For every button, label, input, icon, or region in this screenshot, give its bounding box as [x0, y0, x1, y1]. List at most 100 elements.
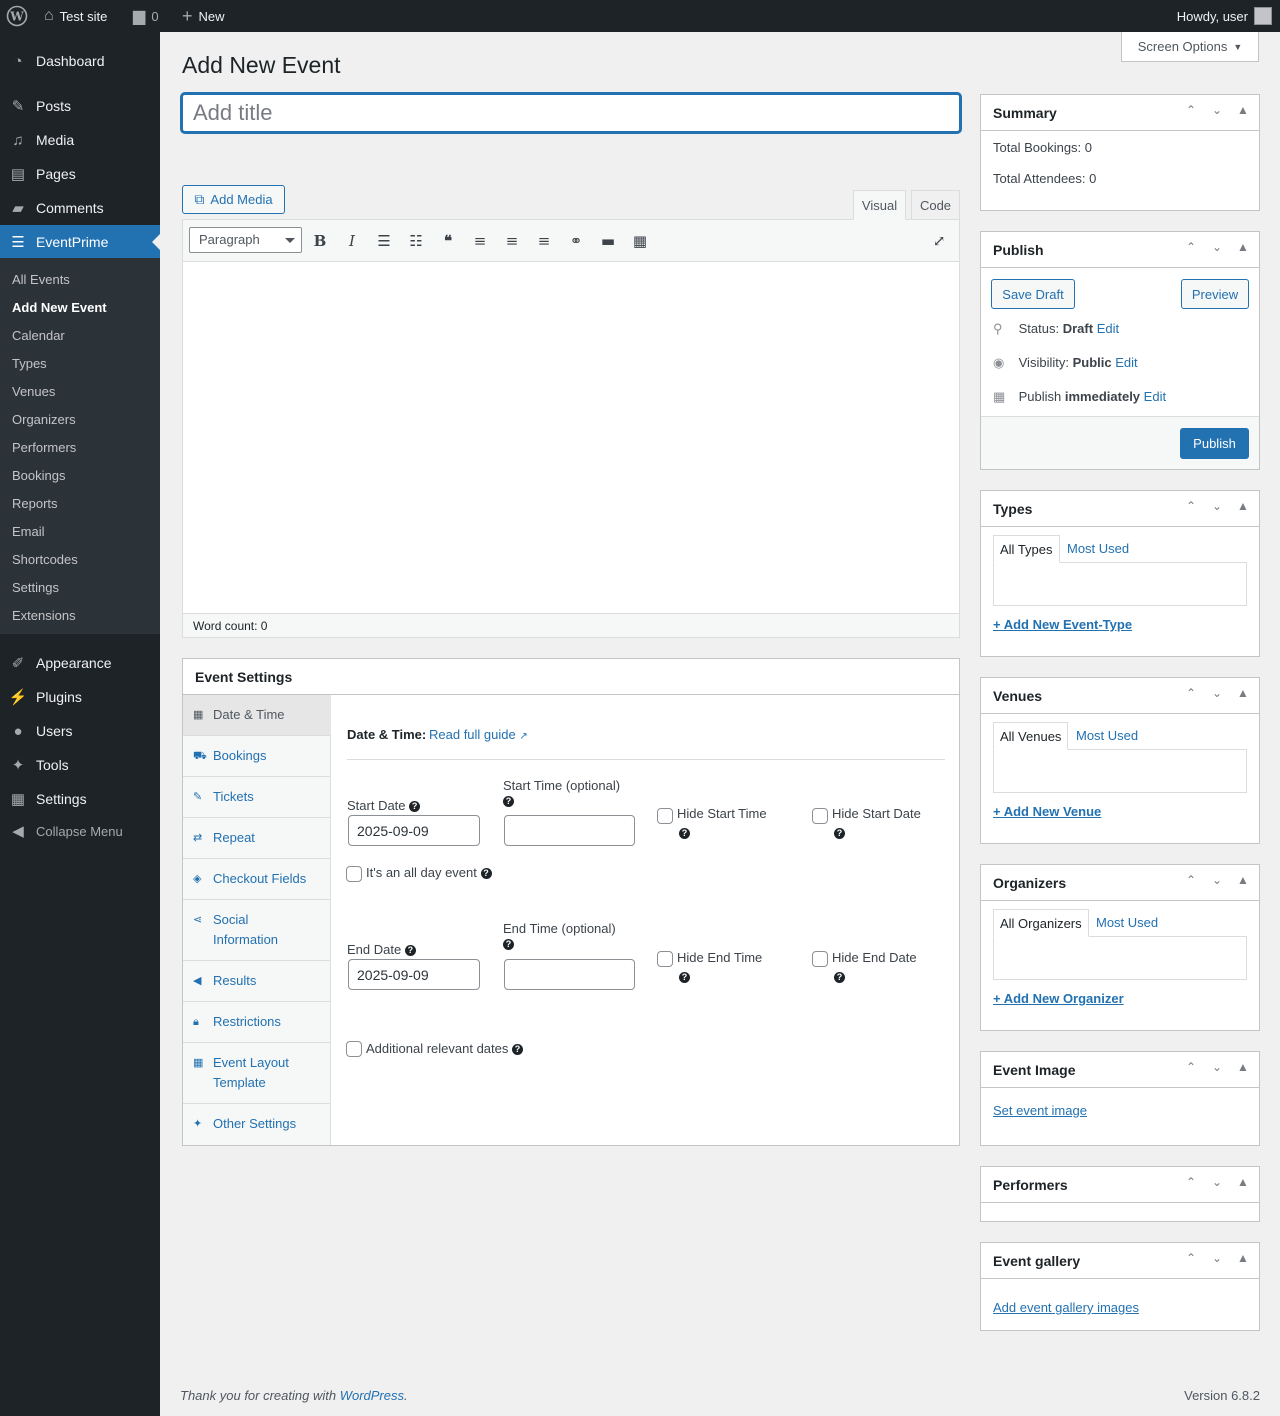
chevron-up-icon[interactable]: ⌃ — [1183, 873, 1199, 887]
tab-most-used-types[interactable]: Most Used — [1067, 541, 1129, 556]
screen-options-button[interactable]: Screen Options ▼ — [1121, 32, 1259, 62]
tab-restrictions[interactable]: 🔒︎ Restrictions — [183, 1002, 331, 1043]
tab-results[interactable]: ◀ Results — [183, 961, 331, 1002]
chevron-up-icon[interactable]: ⌃ — [1183, 499, 1199, 513]
menu-settings[interactable]: ▦ Settings — [0, 782, 160, 816]
toggle-panel-icon[interactable]: ▲ — [1235, 103, 1251, 117]
end-date-input[interactable] — [348, 959, 480, 990]
submenu-extensions[interactable]: Extensions — [12, 608, 76, 623]
title-input[interactable] — [181, 93, 961, 133]
tab-all-venues[interactable]: All Venues — [993, 722, 1069, 750]
menu-tools[interactable]: ✦ Tools — [0, 748, 160, 782]
align-left-icon[interactable]: ≡ — [468, 230, 492, 252]
italic-icon[interactable]: I — [340, 230, 364, 252]
blockquote-icon[interactable]: ❝ — [436, 230, 460, 252]
all-day-checkbox[interactable] — [346, 866, 362, 882]
add-event-type-link[interactable]: + Add New Event-Type — [993, 617, 1132, 632]
set-event-image-link[interactable]: Set event image — [993, 1103, 1087, 1118]
align-right-icon[interactable]: ≡ — [532, 230, 556, 252]
start-time-input[interactable] — [504, 815, 635, 846]
toolbar-toggle-icon[interactable]: ▦ — [628, 230, 652, 252]
help-icon[interactable]: ? — [512, 1044, 523, 1056]
tab-tickets[interactable]: ✎ Tickets — [183, 777, 331, 818]
submenu-venues[interactable]: Venues — [12, 384, 55, 399]
chevron-up-icon[interactable]: ⌃ — [1183, 240, 1199, 254]
chevron-down-icon[interactable]: ⌄ — [1209, 499, 1225, 513]
hide-end-date-checkbox[interactable] — [812, 951, 828, 967]
add-venue-link[interactable]: + Add New Venue — [993, 804, 1101, 819]
toggle-panel-icon[interactable]: ▲ — [1235, 1060, 1251, 1074]
toggle-panel-icon[interactable]: ▲ — [1235, 240, 1251, 254]
chevron-up-icon[interactable]: ⌃ — [1183, 686, 1199, 700]
toggle-panel-icon[interactable]: ▲ — [1235, 873, 1251, 887]
hide-start-time-checkbox[interactable] — [657, 808, 673, 824]
chevron-up-icon[interactable]: ⌃ — [1183, 1060, 1199, 1074]
comments-link[interactable]: ▆ 0 — [133, 0, 159, 32]
end-time-input[interactable] — [504, 959, 635, 990]
submenu-settings[interactable]: Settings — [12, 580, 59, 595]
toggle-panel-icon[interactable]: ▲ — [1235, 1251, 1251, 1265]
chevron-down-icon[interactable]: ⌄ — [1209, 873, 1225, 887]
toggle-panel-icon[interactable]: ▲ — [1235, 499, 1251, 513]
chevron-down-icon[interactable]: ⌄ — [1209, 1251, 1225, 1265]
read-guide-link[interactable]: Read full guide ↗ — [429, 727, 528, 742]
menu-appearance[interactable]: ✐ Appearance — [0, 646, 160, 680]
add-gallery-images-link[interactable]: Add event gallery images — [993, 1300, 1139, 1315]
preview-button[interactable]: Preview — [1181, 279, 1249, 309]
tab-code[interactable]: Code — [911, 190, 960, 220]
wordpress-logo-icon[interactable]: W — [6, 0, 28, 32]
submenu-shortcodes[interactable]: Shortcodes — [12, 552, 78, 567]
submenu-bookings[interactable]: Bookings — [12, 468, 65, 483]
menu-users[interactable]: ● Users — [0, 714, 160, 748]
bulleted-list-icon[interactable]: ☰ — [372, 230, 396, 252]
tab-event-layout-template[interactable]: ▦ Event Layout Template — [183, 1043, 331, 1104]
chevron-down-icon[interactable]: ⌄ — [1209, 1060, 1225, 1074]
submenu-calendar[interactable]: Calendar — [12, 328, 65, 343]
edit-visibility-link[interactable]: Edit — [1115, 355, 1137, 370]
tab-most-used-organizers[interactable]: Most Used — [1096, 915, 1158, 930]
hide-end-time-checkbox[interactable] — [657, 951, 673, 967]
chevron-up-icon[interactable]: ⌃ — [1183, 1175, 1199, 1189]
help-icon[interactable]: ? — [409, 801, 421, 813]
site-name-link[interactable]: ⌂ Test site — [44, 0, 107, 32]
save-draft-button[interactable]: Save Draft — [991, 279, 1075, 309]
submenu-reports[interactable]: Reports — [12, 496, 58, 511]
chevron-down-icon[interactable]: ⌄ — [1209, 103, 1225, 117]
numbered-list-icon[interactable]: ☷ — [404, 230, 428, 252]
toggle-panel-icon[interactable]: ▲ — [1235, 1175, 1251, 1189]
submenu-add-new-event[interactable]: Add New Event — [12, 300, 107, 315]
menu-posts[interactable]: ✎ Posts — [0, 89, 160, 123]
new-content-link[interactable]: + New — [182, 0, 225, 32]
chevron-up-icon[interactable]: ⌃ — [1183, 1251, 1199, 1265]
user-account-menu[interactable]: Howdy, user — [1177, 0, 1272, 32]
chevron-up-icon[interactable]: ⌃ — [1183, 103, 1199, 117]
edit-status-link[interactable]: Edit — [1097, 321, 1119, 336]
tab-checkout-fields[interactable]: ◈ Checkout Fields — [183, 859, 331, 900]
tab-social-information[interactable]: ⋖ Social Information — [183, 900, 331, 961]
help-icon[interactable]: ? — [503, 796, 514, 808]
submenu-all-events[interactable]: All Events — [12, 272, 70, 287]
read-more-icon[interactable]: ▬ — [596, 230, 620, 252]
hide-start-date-checkbox[interactable] — [812, 808, 828, 824]
tab-most-used-venues[interactable]: Most Used — [1076, 728, 1138, 743]
start-date-input[interactable] — [348, 815, 480, 846]
tab-all-organizers[interactable]: All Organizers — [993, 909, 1089, 937]
tab-bookings[interactable]: ⛟ Bookings — [183, 736, 331, 777]
help-icon[interactable]: ? — [679, 972, 690, 983]
add-organizer-link[interactable]: + Add New Organizer — [993, 991, 1124, 1006]
toggle-panel-icon[interactable]: ▲ — [1235, 686, 1251, 700]
align-center-icon[interactable]: ≡ — [500, 230, 524, 252]
tab-other-settings[interactable]: ✦ Other Settings — [183, 1104, 331, 1145]
chevron-down-icon[interactable]: ⌄ — [1209, 686, 1225, 700]
help-icon[interactable]: ? — [480, 868, 492, 880]
bold-icon[interactable]: B — [308, 230, 332, 252]
menu-media[interactable]: ♫ Media — [0, 123, 160, 157]
link-icon[interactable]: ⚭ — [564, 230, 588, 252]
menu-comments[interactable]: ▰ Comments — [0, 191, 160, 225]
help-icon[interactable]: ? — [834, 828, 845, 839]
help-icon[interactable]: ? — [404, 945, 416, 957]
collapse-menu-button[interactable]: ◀ Collapse Menu — [0, 814, 160, 848]
format-select[interactable]: Paragraph — [189, 227, 302, 253]
help-icon[interactable]: ? — [834, 972, 845, 983]
tab-all-types[interactable]: All Types — [993, 535, 1060, 563]
